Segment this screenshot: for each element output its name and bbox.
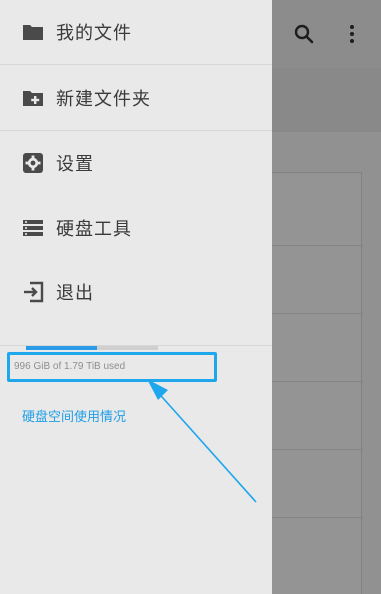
annotation-arrow-icon — [147, 379, 257, 503]
drawer-item-new-folder[interactable]: 新建文件夹 — [0, 66, 272, 130]
drawer-item-exit[interactable]: 退出 — [0, 260, 272, 324]
folder-icon — [23, 25, 43, 40]
storage-usage-bar — [26, 346, 158, 350]
drawer-item-label: 硬盘工具 — [56, 219, 132, 240]
drawer-item-label: 新建文件夹 — [56, 89, 151, 110]
drawer-item-my-files[interactable]: 我的文件 — [0, 0, 272, 64]
storage-list-icon — [23, 220, 43, 236]
drawer-item-disk-tools[interactable]: 硬盘工具 — [0, 196, 272, 260]
drawer-divider — [0, 64, 272, 65]
gear-icon — [23, 153, 43, 173]
logout-icon — [24, 281, 44, 303]
drawer-item-settings[interactable]: 设置 — [0, 131, 272, 195]
folder-add-icon — [23, 91, 43, 106]
storage-usage-fill — [26, 346, 98, 350]
drawer-item-label: 我的文件 — [56, 23, 132, 44]
drawer-item-label: 设置 — [56, 154, 94, 175]
drawer-item-label: 退出 — [56, 283, 94, 304]
disk-usage-link[interactable]: 硬盘空间使用情况 — [22, 406, 126, 425]
